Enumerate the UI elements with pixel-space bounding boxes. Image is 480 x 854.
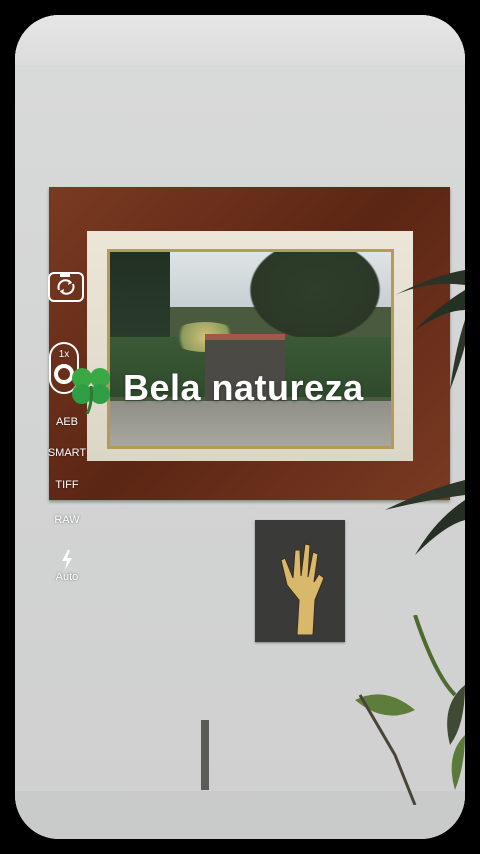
mode-smart[interactable]: SMART — [45, 447, 89, 459]
camera-viewfinder[interactable]: 1x AEB SMART TIFF RAW Auto Bela natureza — [15, 15, 465, 839]
text-sticker[interactable]: Bela natureza — [67, 358, 364, 418]
mode-raw[interactable]: RAW — [45, 514, 89, 526]
mode-tiff[interactable]: TIFF — [45, 479, 89, 491]
sticker-title: Bela natureza — [123, 367, 364, 408]
hand-drawing — [280, 543, 325, 635]
painting-tree-right — [240, 252, 390, 347]
plant-leaves-middle — [385, 480, 465, 555]
four-leaf-clover-icon — [72, 368, 110, 414]
lightning-bolt-icon — [62, 550, 72, 570]
flash-button[interactable]: Auto — [45, 550, 89, 583]
ceiling-band — [15, 15, 465, 65]
landscape-painting — [107, 249, 394, 449]
camera-screen: 1x AEB SMART TIFF RAW Auto Bela natureza — [15, 15, 465, 839]
hand-picture — [255, 520, 345, 642]
flash-mode-label: Auto — [55, 571, 79, 583]
metal-rod — [201, 720, 209, 790]
camera-switch-button[interactable] — [48, 272, 84, 302]
plant-leaves-top — [395, 270, 465, 390]
camera-switch-icon — [57, 274, 75, 295]
plant-leaves-bottom — [355, 615, 465, 805]
